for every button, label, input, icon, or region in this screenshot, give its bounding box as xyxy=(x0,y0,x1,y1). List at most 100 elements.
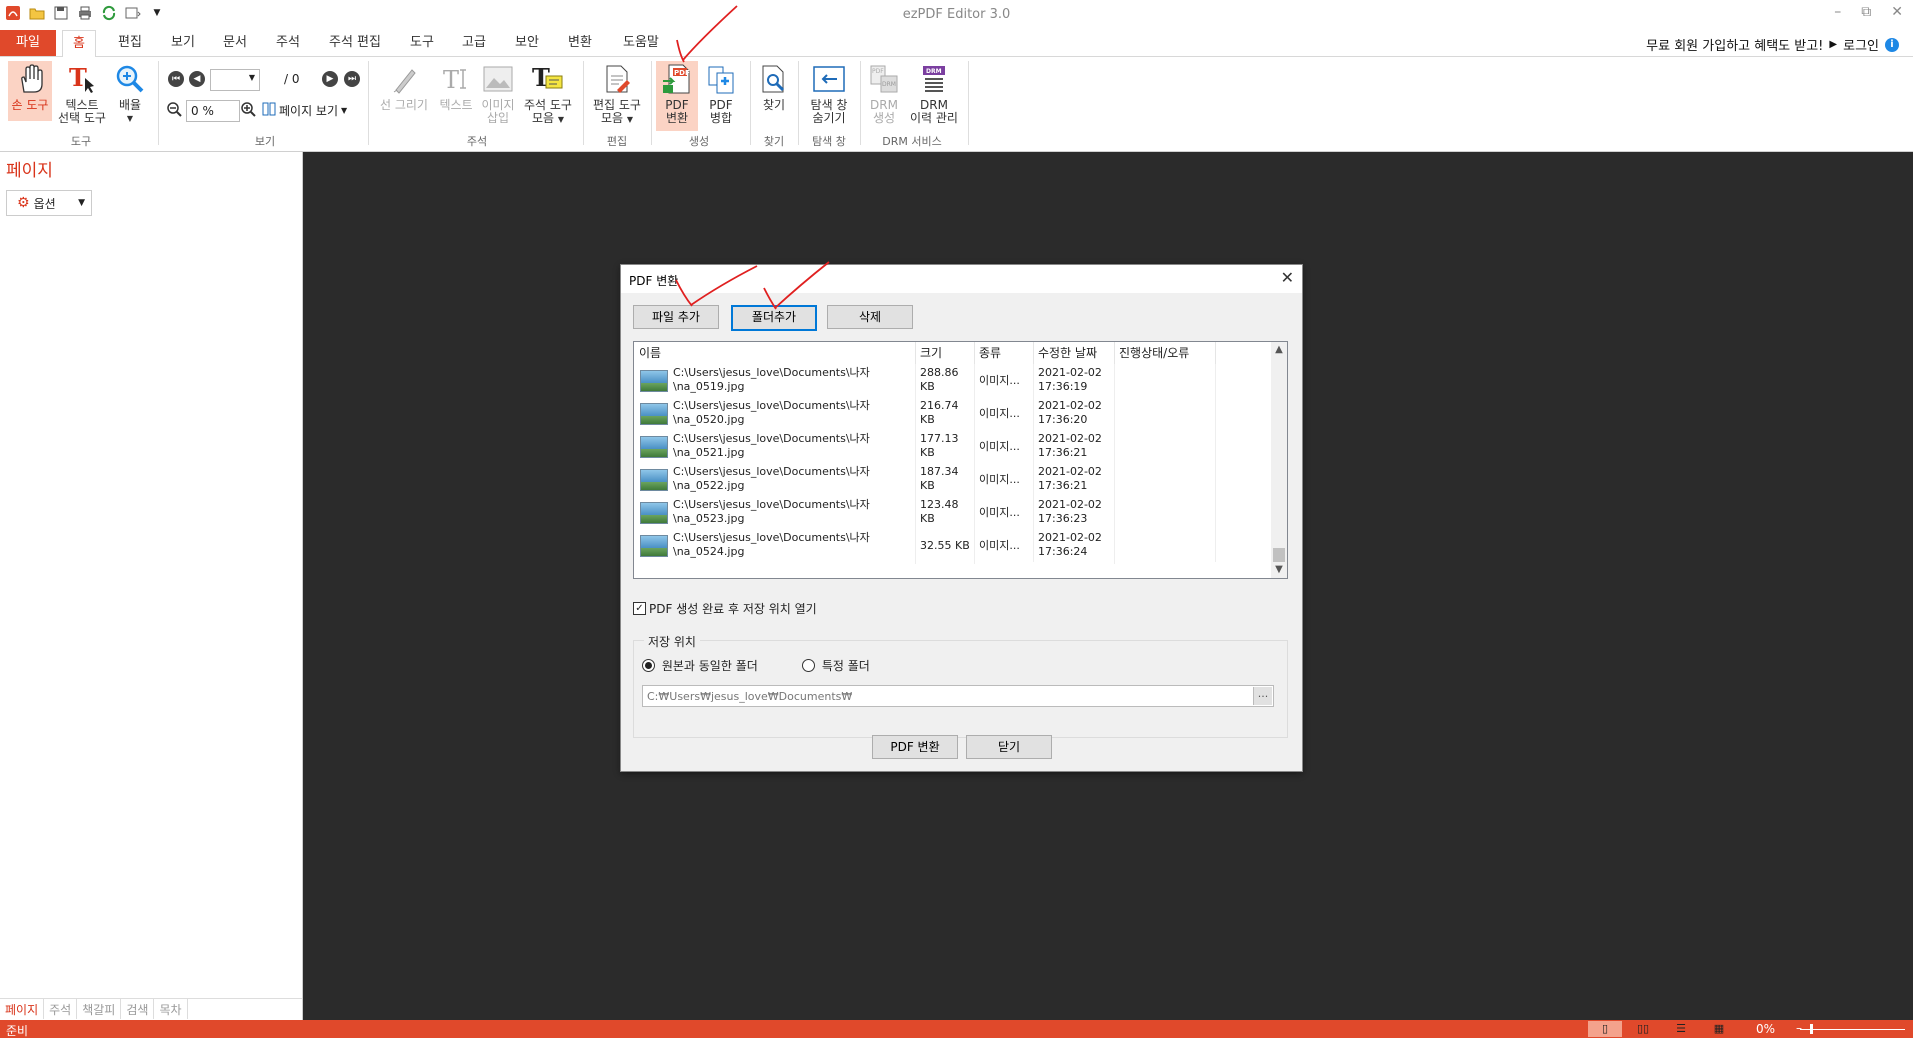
file-type-cell: 이미지... xyxy=(974,397,1034,430)
save-path-input[interactable]: C:₩Users₩jesus_love₩Documents₩ ... xyxy=(642,685,1274,707)
panel-tab-toc[interactable]: 목차 xyxy=(154,999,188,1019)
file-date-line2: 17:36:24 xyxy=(1038,545,1088,558)
zoom-label: 배율 xyxy=(118,98,142,112)
tab-security[interactable]: 보안 xyxy=(505,30,549,56)
line-draw-button[interactable]: 선 그리기 xyxy=(376,61,432,112)
add-folder-button[interactable]: 폴더추가 xyxy=(731,305,817,331)
file-date-line1: 2021-02-02 xyxy=(1038,531,1102,544)
table-row[interactable]: C:\Users\jesus_love\Documents\나자 \na_0519… xyxy=(634,364,1270,399)
zoom-in-icon[interactable] xyxy=(240,101,256,120)
minimize-button[interactable]: – xyxy=(1834,4,1841,20)
nav-pane-hide-button[interactable]: 탐색 창 숨기기 xyxy=(804,61,854,125)
image-file-icon xyxy=(640,469,668,491)
annotation-tools-button[interactable]: T 주석 도구 모음 ▼ xyxy=(520,61,576,126)
table-row[interactable]: C:\Users\jesus_love\Documents\나자 \na_0520… xyxy=(634,397,1270,432)
pdf-merge-icon xyxy=(703,61,739,97)
tab-annotation[interactable]: 주석 xyxy=(266,30,310,56)
column-header-name[interactable]: 이름 xyxy=(634,342,916,364)
zoom-button[interactable]: 배율 ▼ xyxy=(112,61,148,125)
tab-help[interactable]: 도움말 xyxy=(613,30,669,56)
image-insert-button[interactable]: 이미지 삽입 xyxy=(478,61,518,125)
column-header-modified[interactable]: 수정한 날짜 xyxy=(1033,342,1115,364)
browse-button[interactable]: ... xyxy=(1253,687,1272,705)
scroll-thumb[interactable] xyxy=(1273,548,1285,562)
panel-tab-search[interactable]: 검색 xyxy=(121,999,155,1019)
nav-hide-label-2: 숨기기 xyxy=(812,111,846,125)
text-select-tool-button[interactable]: T 텍스트 선택 도구 xyxy=(56,61,108,125)
info-icon[interactable]: i xyxy=(1885,37,1899,52)
two-page-view-icon[interactable]: ▯▯ xyxy=(1626,1021,1660,1037)
column-header-type[interactable]: 종류 xyxy=(974,342,1034,364)
tab-advanced[interactable]: 고급 xyxy=(452,30,496,56)
file-path-line2: \na_0521.jpg xyxy=(673,446,745,459)
tab-edit[interactable]: 편집 xyxy=(108,30,152,56)
title-bar: ▼ ezPDF Editor 3.0 – ⧉ ✕ xyxy=(0,0,1913,30)
promo-text[interactable]: 무료 회원 가입하고 혜택도 받고! xyxy=(1646,35,1823,54)
pdf-merge-button[interactable]: PDF 병합 xyxy=(700,61,742,125)
restore-button[interactable]: ⧉ xyxy=(1861,4,1871,20)
next-page-icon[interactable]: ▶ xyxy=(322,71,338,87)
delete-button[interactable]: 삭제 xyxy=(827,305,913,329)
drm-history-button[interactable]: DRM DRM 이력 관리 xyxy=(906,61,962,125)
add-file-button[interactable]: 파일 추가 xyxy=(633,305,719,329)
page-view-button[interactable]: 페이지 보기 ▼ xyxy=(262,102,347,119)
scroll-up-icon[interactable]: ▲ xyxy=(1271,342,1287,358)
table-row[interactable]: C:\Users\jesus_love\Documents\나자 \na_0523… xyxy=(634,496,1270,531)
pdf-convert-button[interactable]: PDF PDF 변환 xyxy=(656,61,698,131)
same-folder-radio[interactable] xyxy=(642,659,655,672)
panel-tab-pages[interactable]: 페이지 xyxy=(0,999,45,1019)
grid-view-icon[interactable]: ▦ xyxy=(1702,1021,1736,1037)
nav-pane-icon xyxy=(811,61,847,97)
column-header-status[interactable]: 진행상태/오류 xyxy=(1114,342,1216,364)
file-path-line2: \na_0524.jpg xyxy=(673,545,745,558)
tab-tools[interactable]: 도구 xyxy=(400,30,444,56)
page-number-input[interactable]: ▼ xyxy=(210,69,260,91)
hand-tool-button[interactable]: 손 도구 xyxy=(8,61,52,121)
image-file-icon xyxy=(640,535,668,557)
tab-document[interactable]: 문서 xyxy=(213,30,257,56)
panel-tab-annotations[interactable]: 주석 xyxy=(44,999,78,1019)
specific-folder-radio[interactable] xyxy=(802,659,815,672)
dialog-title-bar xyxy=(621,265,1302,293)
zoom-slider-track[interactable] xyxy=(1800,1029,1905,1030)
first-page-icon[interactable]: ⏮ xyxy=(168,71,184,87)
last-page-icon[interactable]: ⏭ xyxy=(344,71,360,87)
file-name-cell: C:\Users\jesus_love\Documents\나자 \na_0523… xyxy=(668,496,916,531)
ribbon-separator xyxy=(968,61,969,145)
specific-folder-radio-row[interactable]: 특정 폴더 xyxy=(802,657,870,674)
login-link[interactable]: 로그인 xyxy=(1843,35,1879,54)
close-button[interactable]: ✕ xyxy=(1891,4,1903,20)
table-row[interactable]: C:\Users\jesus_love\Documents\나자 \na_0521… xyxy=(634,430,1270,465)
column-header-size[interactable]: 크기 xyxy=(915,342,975,364)
text-button[interactable]: T 텍스트 xyxy=(434,61,478,112)
tab-annotation-edit[interactable]: 주석 편집 xyxy=(319,30,391,56)
previous-page-icon[interactable]: ◀ xyxy=(189,71,205,87)
zoom-slider-handle[interactable] xyxy=(1810,1024,1813,1034)
tab-view[interactable]: 보기 xyxy=(161,30,205,56)
edit-tools-button[interactable]: 편집 도구 모음 ▼ xyxy=(588,61,646,126)
close-dialog-button[interactable]: 닫기 xyxy=(966,735,1052,759)
table-row[interactable]: C:\Users\jesus_love\Documents\나자 \na_0524… xyxy=(634,529,1270,564)
file-list-scrollbar[interactable]: ▲ ▼ xyxy=(1271,342,1287,578)
close-icon[interactable]: ✕ xyxy=(1281,268,1294,287)
options-button[interactable]: ⚙ 옵션 ▼ xyxy=(6,190,92,216)
open-after-checkbox[interactable]: ✓ xyxy=(633,602,646,615)
window-controls: – ⧉ ✕ xyxy=(1834,4,1903,20)
zoom-out-icon[interactable] xyxy=(166,101,182,120)
file-list[interactable]: 이름 크기 종류 수정한 날짜 진행상태/오류 C:\Users\jesus_l… xyxy=(633,341,1288,579)
tab-convert[interactable]: 변환 xyxy=(558,30,602,56)
zoom-input[interactable]: 0 % xyxy=(186,100,240,122)
zoom-out-minus-icon[interactable]: – xyxy=(1796,1021,1802,1035)
open-after-checkbox-row[interactable]: ✓ PDF 생성 완료 후 저장 위치 열기 xyxy=(633,600,817,617)
single-page-view-icon[interactable]: ▯ xyxy=(1588,1021,1622,1037)
find-button[interactable]: 찾기 xyxy=(756,61,792,112)
tab-home[interactable]: 홈 xyxy=(62,30,96,58)
drm-create-button[interactable]: PDF DRM DRM 생성 xyxy=(864,61,904,125)
continuous-view-icon[interactable]: ☰ xyxy=(1664,1021,1698,1037)
same-folder-radio-row[interactable]: 원본과 동일한 폴더 xyxy=(642,657,758,674)
pdf-convert-confirm-button[interactable]: PDF 변환 xyxy=(872,735,958,759)
tab-file[interactable]: 파일 xyxy=(0,30,56,56)
table-row[interactable]: C:\Users\jesus_love\Documents\나자 \na_0522… xyxy=(634,463,1270,498)
scroll-down-icon[interactable]: ▼ xyxy=(1271,562,1287,578)
panel-tab-bookmarks[interactable]: 책갈피 xyxy=(77,999,122,1019)
